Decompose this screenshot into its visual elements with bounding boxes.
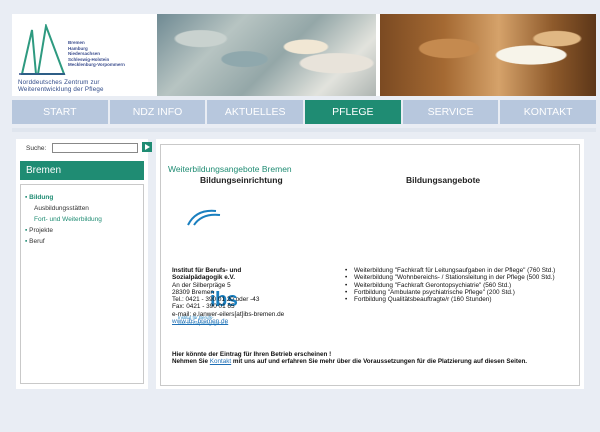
- nav-kontakt[interactable]: KONTAKT: [500, 100, 596, 124]
- institution-address: Institut für Berufs- und Sozialpädagogik…: [172, 267, 342, 325]
- search-input[interactable]: [52, 143, 138, 153]
- sidebar-menu-box: ▪ Bildung Ausbildungsstätten Fort- und W…: [20, 184, 144, 384]
- nav-service[interactable]: SERVICE: [403, 100, 501, 124]
- ibs-swoosh-icon: [187, 209, 221, 226]
- website-link[interactable]: www.ibs-bremen.de: [172, 318, 228, 325]
- ibs-logo: ibs Institut für Berufs- und Sozialpädag…: [174, 207, 274, 326]
- nav-pflege[interactable]: PFLEGE: [305, 100, 403, 124]
- nav-ndz-info[interactable]: NDZ INFO: [110, 100, 208, 124]
- offer-list: Weiterbildung "Fachkraft für Leitungsauf…: [344, 267, 582, 304]
- sidebar-item-ausbildung[interactable]: Ausbildungsstätten: [25, 203, 102, 214]
- header-photo-patient: [380, 14, 596, 96]
- advert-note: Hier könnte der Eintrag für Ihren Betrie…: [172, 351, 528, 365]
- sidebar-item-bildung[interactable]: ▪ Bildung: [25, 192, 102, 203]
- list-item: Weiterbildung "Fachkraft Gerontopsychiat…: [344, 282, 582, 290]
- logo-states: Bremen Hamburg Niedersachsen Schleswig-H…: [68, 40, 125, 68]
- search-label: Suche:: [26, 145, 47, 152]
- region-header: Bremen: [20, 161, 144, 180]
- logo-name: Norddeutsches Zentrum zur Weiterentwickl…: [18, 79, 104, 93]
- column-header-einrichtung: Bildungseinrichtung: [200, 175, 283, 185]
- nav-aktuelles[interactable]: AKTUELLES: [207, 100, 306, 124]
- page-title: Weiterbildungsangebote Bremen: [168, 164, 292, 174]
- sidebar-item-beruf[interactable]: ▪ Beruf: [25, 236, 102, 247]
- nav-divider: [12, 128, 596, 132]
- sidebar: Suche: Bremen ▪ Bildung Ausbildungsstätt…: [16, 139, 152, 389]
- site-header: Bremen Hamburg Niedersachsen Schleswig-H…: [12, 14, 596, 96]
- search-submit-button[interactable]: [142, 142, 152, 152]
- sidebar-item-projekte[interactable]: ▪ Projekte: [25, 225, 102, 236]
- logo-sail-icon: [19, 24, 66, 75]
- list-item: Weiterbildung "Wohnbereichs- / Stationsl…: [344, 274, 582, 282]
- email-text: e-mail: e.lanwer-eilers[at]ibs-bremen.de: [172, 310, 285, 318]
- main-content: Weiterbildungsangebote Bremen Bildungsei…: [156, 139, 584, 389]
- ndz-logo[interactable]: Bremen Hamburg Niedersachsen Schleswig-H…: [12, 14, 157, 96]
- nav-start[interactable]: START: [12, 100, 110, 124]
- list-item: Fortbildung "Ambulante psychiatrische Pf…: [344, 289, 582, 297]
- sidebar-menu: ▪ Bildung Ausbildungsstätten Fort- und W…: [25, 192, 102, 247]
- sidebar-item-fort-weiterbildung[interactable]: Fort- und Weiterbildung: [25, 214, 102, 225]
- list-item: Fortbildung Qualitätsbeauftragte/r (160 …: [344, 296, 582, 304]
- contact-link[interactable]: Kontakt: [210, 358, 231, 365]
- column-header-angebote: Bildungsangebote: [406, 175, 481, 185]
- main-nav: START NDZ INFO AKTUELLES PFLEGE SERVICE …: [12, 100, 596, 124]
- header-photo-nursing: [157, 14, 376, 96]
- list-item: Weiterbildung "Fachkraft für Leitungsauf…: [344, 267, 582, 275]
